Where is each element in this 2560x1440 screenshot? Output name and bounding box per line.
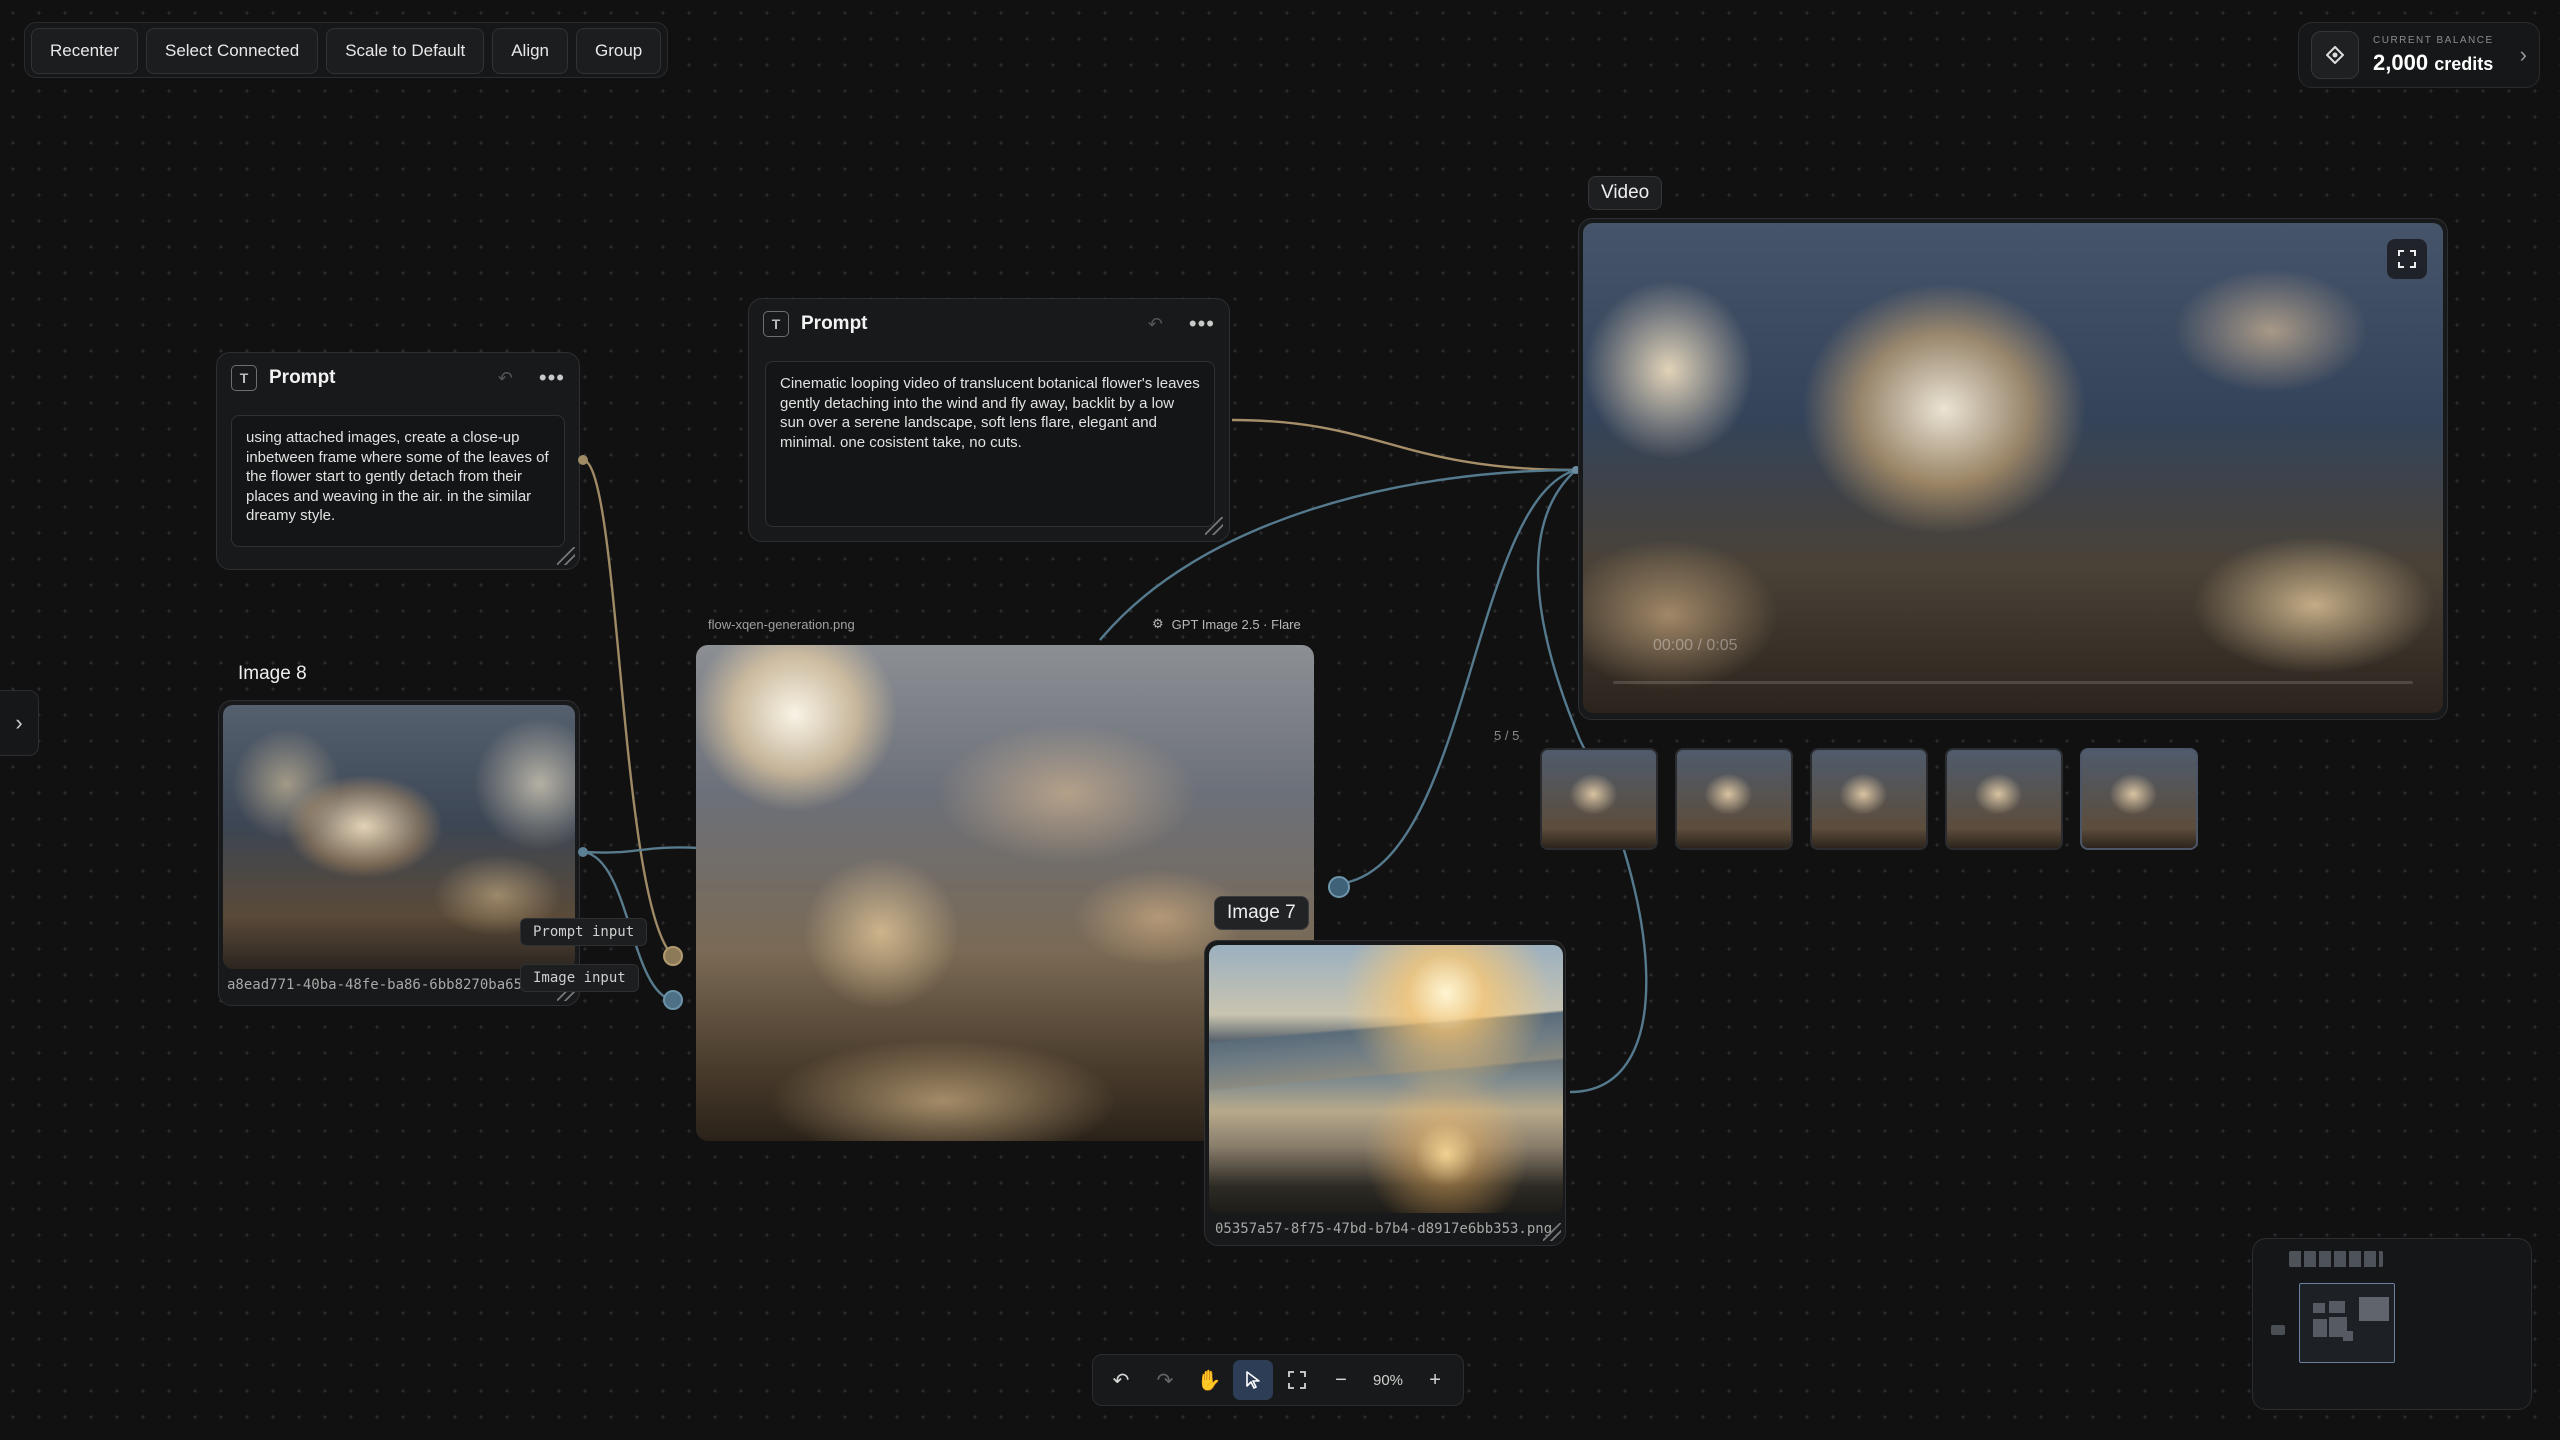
image-input-port-label: Image input xyxy=(520,964,639,992)
wire-prompt-left-to-gen xyxy=(583,458,673,956)
prompt-node-left[interactable]: T Prompt ↶ ••• using attached images, cr… xyxy=(216,352,580,570)
sidebar-toggle[interactable]: › xyxy=(0,690,39,756)
minimap[interactable] xyxy=(2252,1238,2532,1410)
image7-node[interactable]: 05357a57-8f75-47bd-b7b4-d8917e6bb353.png xyxy=(1204,940,1566,1246)
video-thumbnail[interactable] xyxy=(1945,748,2063,850)
prompt-node-title: Prompt xyxy=(801,313,868,334)
undo-icon[interactable]: ↶ xyxy=(1101,1360,1141,1400)
more-options-icon[interactable]: ••• xyxy=(1189,311,1215,337)
text-type-icon: T xyxy=(763,311,789,337)
zoom-level[interactable]: 90% xyxy=(1365,1372,1411,1389)
video-thumbnail-selected[interactable] xyxy=(2080,748,2198,850)
scale-to-default-button[interactable]: Scale to Default xyxy=(326,28,485,74)
fullscreen-icon[interactable] xyxy=(2387,239,2427,279)
image-input-handle[interactable] xyxy=(663,990,683,1010)
zoom-in-icon[interactable]: + xyxy=(1415,1360,1455,1400)
video-player[interactable]: 00:00 / 0:05 xyxy=(1583,223,2443,713)
minimap-node xyxy=(2313,1319,2327,1337)
zoom-out-icon[interactable]: − xyxy=(1321,1360,1361,1400)
video-label: Video xyxy=(1588,176,1663,210)
hand-tool-icon[interactable]: ✋ xyxy=(1189,1360,1229,1400)
generation-filename: flow-xqen-generation.png xyxy=(708,617,855,632)
select-connected-button[interactable]: Select Connected xyxy=(145,28,319,74)
resize-handle[interactable] xyxy=(1543,1223,1561,1241)
fit-view-icon[interactable] xyxy=(1277,1360,1317,1400)
video-thumbnail[interactable] xyxy=(1675,748,1793,850)
more-options-icon[interactable]: ••• xyxy=(539,365,565,391)
wire-image8-to-gen xyxy=(583,846,701,854)
prompt-input-handle[interactable] xyxy=(663,946,683,966)
recenter-button[interactable]: Recenter xyxy=(31,28,138,74)
align-button[interactable]: Align xyxy=(492,28,569,74)
canvas-controls: ↶ ↷ ✋ − 90% + xyxy=(1092,1354,1465,1406)
image8-output-handle[interactable] xyxy=(578,847,588,857)
undo-icon[interactable]: ↶ xyxy=(498,368,513,389)
balance-amount: 2,000 xyxy=(2373,49,2429,75)
video-thumbnail[interactable] xyxy=(1810,748,1928,850)
generation-model-name: GPT Image 2.5 · Flare xyxy=(1171,616,1301,632)
minimap-node xyxy=(2313,1303,2325,1313)
prompt-textarea[interactable]: using attached images, create a close-up… xyxy=(231,415,565,547)
group-button[interactable]: Group xyxy=(576,28,662,74)
video-progress-bar[interactable] xyxy=(1613,681,2413,684)
select-tool-icon[interactable] xyxy=(1233,1360,1273,1400)
text-type-icon: T xyxy=(231,365,257,391)
settings-icon: ⚙ xyxy=(1152,616,1164,631)
image7-filename: 05357a57-8f75-47bd-b7b4-d8917e6bb353.png xyxy=(1215,1221,1553,1237)
balance-value: 2,000 credits xyxy=(2373,50,2494,76)
undo-icon[interactable]: ↶ xyxy=(1148,314,1163,335)
balance-widget[interactable]: CURRENT BALANCE 2,000 credits › xyxy=(2298,22,2540,88)
balance-unit: credits xyxy=(2434,53,2494,74)
canvas-toolbar: Recenter Select Connected Scale to Defau… xyxy=(24,22,669,78)
minimap-node xyxy=(2329,1301,2345,1313)
minimap-node xyxy=(2343,1331,2353,1341)
diamond-icon xyxy=(2311,31,2359,79)
image8-label: Image 8 xyxy=(238,663,307,684)
wire-prompt-center-to-video xyxy=(1231,418,1577,472)
redo-icon[interactable]: ↷ xyxy=(1145,1360,1185,1400)
chevron-right-icon: › xyxy=(2519,42,2527,67)
prompt-textarea[interactable]: Cinematic looping video of translucent b… xyxy=(765,361,1215,527)
minimap-node xyxy=(2359,1297,2389,1321)
resize-handle[interactable] xyxy=(557,547,575,565)
image8-node[interactable]: a8ead771-40ba-48fe-ba86-6bb8270ba65... xyxy=(218,700,580,1006)
minimap-node xyxy=(2289,1251,2383,1267)
image7-label: Image 7 xyxy=(1214,896,1309,930)
image7-preview xyxy=(1209,945,1563,1213)
prompt-node-header: T Prompt ↶ ••• xyxy=(217,353,579,403)
balance-text: CURRENT BALANCE 2,000 credits xyxy=(2373,35,2494,76)
generation-output-handle[interactable] xyxy=(1328,876,1350,898)
resize-handle[interactable] xyxy=(1205,517,1223,535)
prompt-node-header: T Prompt ↶ ••• xyxy=(749,299,1229,349)
generation-model: ⚙ GPT Image 2.5 · Flare xyxy=(1152,616,1301,632)
video-page-indicator: 5 / 5 xyxy=(1494,728,1520,743)
balance-caption: CURRENT BALANCE xyxy=(2373,34,2494,46)
image8-filename: a8ead771-40ba-48fe-ba86-6bb8270ba65... xyxy=(227,977,548,993)
minimap-node xyxy=(2271,1325,2285,1335)
prompt-node-title: Prompt xyxy=(269,367,336,388)
chevron-right-icon: › xyxy=(15,710,23,735)
prompt-input-port-label: Prompt input xyxy=(520,918,648,946)
prompt-left-output-handle[interactable] xyxy=(578,455,588,465)
video-thumbnail[interactable] xyxy=(1540,748,1658,850)
video-node[interactable]: 00:00 / 0:05 xyxy=(1578,218,2448,720)
video-timecode: 00:00 / 0:05 xyxy=(1653,637,1738,654)
prompt-node-center[interactable]: T Prompt ↶ ••• Cinematic looping video o… xyxy=(748,298,1230,542)
